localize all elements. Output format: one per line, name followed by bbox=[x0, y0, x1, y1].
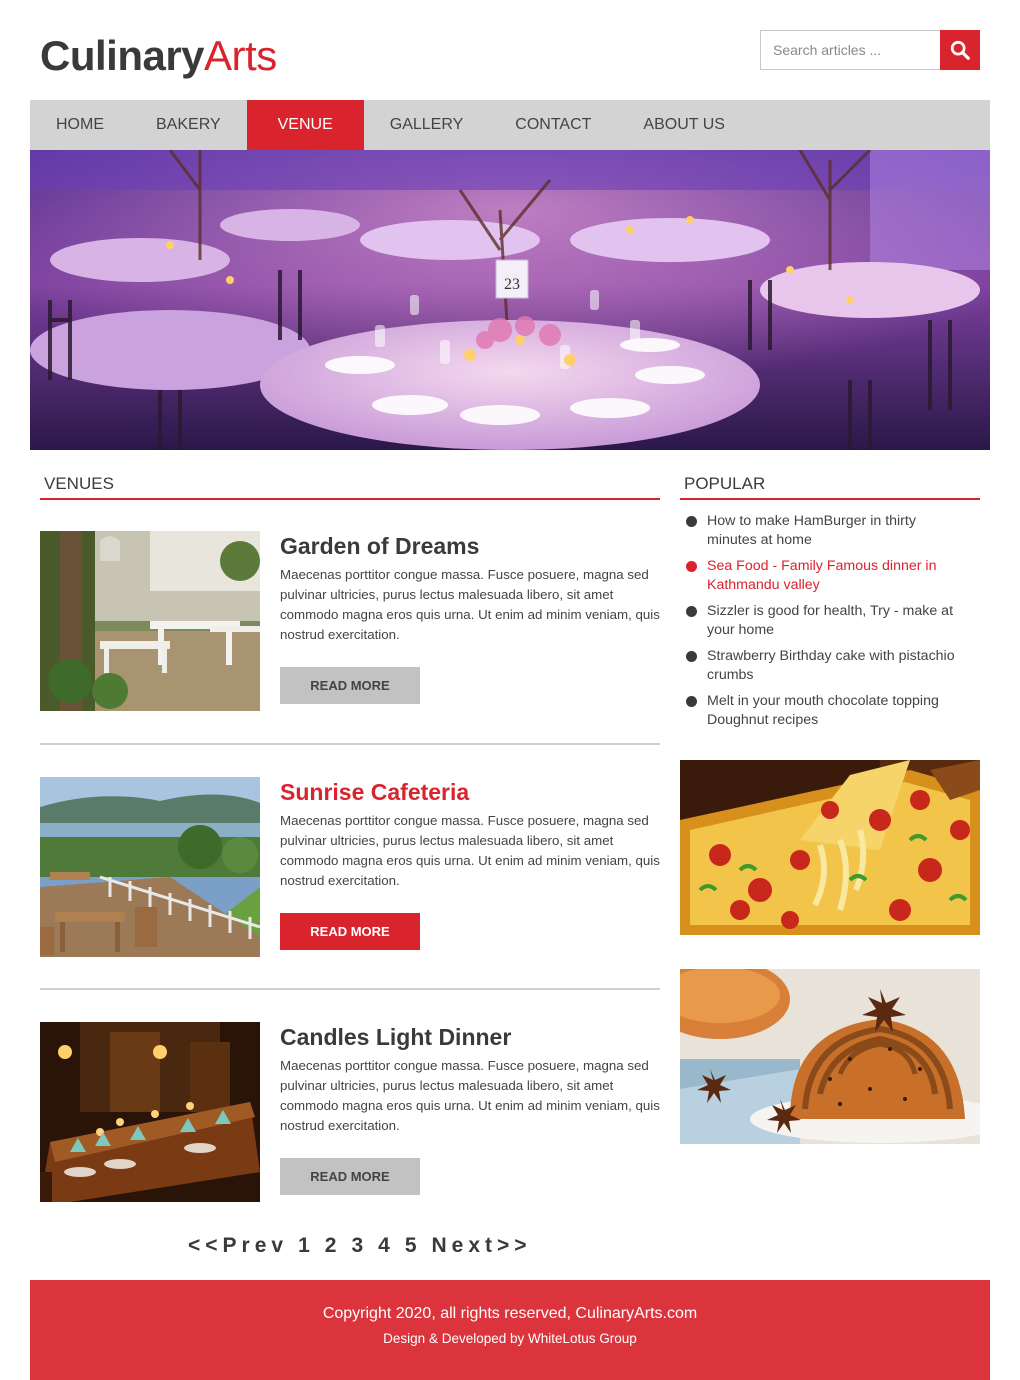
search-input[interactable] bbox=[760, 30, 940, 70]
pagination-prev[interactable]: <<Prev bbox=[188, 1234, 288, 1258]
search-bar bbox=[760, 30, 980, 70]
search-icon bbox=[950, 40, 970, 60]
logo-part-culinary: Culinary bbox=[40, 32, 205, 79]
garden-venue-image[interactable] bbox=[40, 531, 260, 711]
pagination: <<Prev 1 2 3 4 5 Next>> bbox=[188, 1234, 542, 1258]
logo-part-arts: Arts bbox=[204, 32, 277, 79]
popular-list: How to make HamBurger in thirty minutes … bbox=[686, 512, 966, 737]
popular-item[interactable]: Sizzler is good for health, Try - make a… bbox=[686, 602, 966, 640]
venue-description: Maecenas porttitor congue massa. Fusce p… bbox=[280, 1058, 660, 1133]
venue-title[interactable]: Candles Light Dinner bbox=[280, 1024, 511, 1051]
popular-item[interactable]: Strawberry Birthday cake with pistachio … bbox=[686, 647, 966, 685]
divider bbox=[40, 743, 660, 745]
popular-heading: POPULAR bbox=[680, 470, 980, 500]
venue-item-sunrise-cafeteria: Sunrise Cafeteria Maecenas porttitor con… bbox=[40, 777, 660, 957]
hero-banquet-image: 23 bbox=[30, 150, 990, 450]
nav-about-us[interactable]: ABOUT US bbox=[617, 100, 751, 150]
cafeteria-venue-image[interactable] bbox=[40, 777, 260, 957]
venue-description: Maecenas porttitor congue massa. Fusce p… bbox=[280, 567, 660, 642]
footer-copyright: Copyright 2020, all rights reserved, Cul… bbox=[322, 1305, 698, 1322]
read-more-button[interactable]: READ MORE bbox=[280, 913, 420, 950]
pagination-page-5[interactable]: 5 bbox=[405, 1234, 422, 1258]
divider bbox=[40, 988, 660, 990]
nav-bakery[interactable]: BAKERY bbox=[130, 100, 247, 150]
cinnamon-bun-image[interactable] bbox=[680, 969, 980, 1144]
read-more-button[interactable]: READ MORE bbox=[280, 667, 420, 704]
venues-heading: VENUES bbox=[40, 470, 660, 500]
pagination-page-4[interactable]: 4 bbox=[378, 1234, 395, 1258]
pagination-page-2[interactable]: 2 bbox=[325, 1234, 342, 1258]
nav-contact[interactable]: CONTACT bbox=[489, 100, 617, 150]
venue-item-garden-of-dreams: Garden of Dreams Maecenas porttitor cong… bbox=[40, 531, 660, 711]
nav-gallery[interactable]: GALLERY bbox=[364, 100, 490, 150]
venue-title[interactable]: Garden of Dreams bbox=[280, 533, 479, 560]
pagination-next[interactable]: Next>> bbox=[432, 1234, 532, 1258]
venue-title[interactable]: Sunrise Cafeteria bbox=[280, 779, 469, 806]
footer: Copyright 2020, all rights reserved, Cul… bbox=[30, 1280, 990, 1380]
hero-table-number: 23 bbox=[504, 276, 520, 293]
search-button[interactable] bbox=[940, 30, 980, 70]
venue-item-candles-light-dinner: Candles Light Dinner Maecenas porttitor … bbox=[40, 1022, 660, 1202]
nav-venue[interactable]: VENUE bbox=[246, 100, 364, 150]
read-more-button[interactable]: READ MORE bbox=[280, 1158, 420, 1195]
venue-description: Maecenas porttitor congue massa. Fusce p… bbox=[280, 813, 660, 888]
footer-credit: Design & Developed by WhiteLotus Group bbox=[383, 1331, 637, 1346]
pizza-image[interactable] bbox=[680, 760, 980, 935]
main-nav: HOME BAKERY VENUE GALLERY CONTACT ABOUT … bbox=[30, 100, 990, 150]
site-logo[interactable]: CulinaryArts bbox=[40, 30, 277, 82]
popular-item[interactable]: Melt in your mouth chocolate topping Dou… bbox=[686, 692, 966, 730]
popular-item[interactable]: Sea Food - Family Famous dinner in Kathm… bbox=[686, 557, 966, 595]
nav-home[interactable]: HOME bbox=[30, 100, 130, 150]
pagination-page-3[interactable]: 3 bbox=[351, 1234, 368, 1258]
candle-dinner-venue-image[interactable] bbox=[40, 1022, 260, 1202]
popular-item[interactable]: How to make HamBurger in thirty minutes … bbox=[686, 512, 966, 550]
pagination-page-1[interactable]: 1 bbox=[298, 1234, 315, 1258]
